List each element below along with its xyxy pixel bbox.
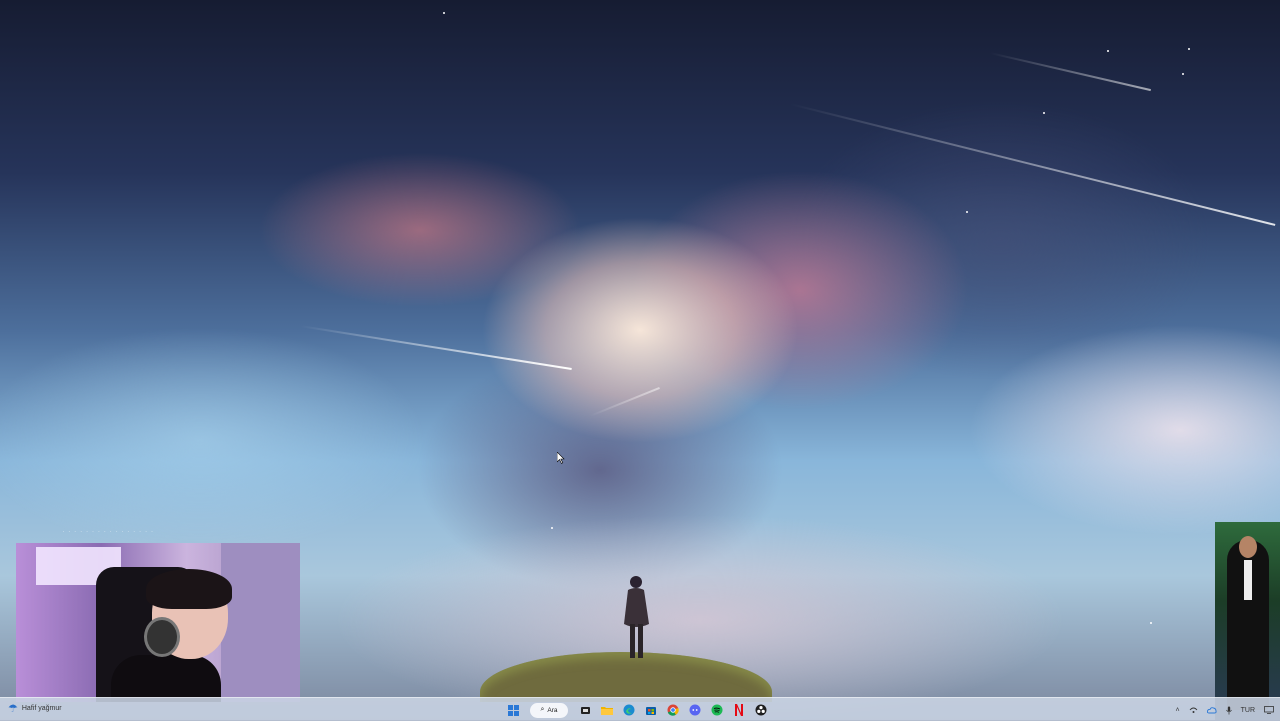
- tray-overflow-chevron-icon[interactable]: ˄: [1176, 707, 1180, 714]
- file-explorer-button[interactable]: [599, 702, 615, 718]
- discord-button[interactable]: [687, 702, 703, 718]
- network-icon[interactable]: [1189, 706, 1198, 714]
- star: [966, 211, 968, 213]
- start-button[interactable]: [505, 702, 521, 718]
- obs-icon: [755, 704, 767, 716]
- star: [1043, 112, 1045, 114]
- task-view-button[interactable]: [577, 702, 593, 718]
- meteor-streak: [989, 52, 1151, 92]
- spotify-button[interactable]: [709, 702, 725, 718]
- shirt: [1244, 560, 1252, 600]
- star: [1182, 73, 1184, 75]
- spotify-icon: [711, 704, 723, 716]
- search-icon: ⌕: [540, 706, 545, 713]
- meteor-streak: [299, 325, 572, 371]
- system-tray: ˄ TUR: [1176, 701, 1274, 719]
- monitor-icon[interactable]: [1264, 706, 1274, 714]
- star: [1188, 48, 1190, 50]
- streamer-body: [111, 655, 221, 702]
- cloud-rain-icon: ☂: [8, 703, 18, 715]
- meteor-streak: [589, 386, 660, 417]
- microphone-icon[interactable]: [1225, 706, 1232, 715]
- streamer-hair: [146, 569, 232, 609]
- standing-figure: [617, 574, 657, 669]
- store-button[interactable]: [643, 702, 659, 718]
- weather-label: Hafif yağmur: [21, 705, 62, 712]
- netflix-icon: [735, 704, 743, 716]
- search-button[interactable]: ⌕ Ara: [530, 702, 568, 718]
- person-face: [1239, 536, 1257, 558]
- taskbar: ☂ Hafif yağmur ⌕ Ara ˄ TUR: [0, 697, 1280, 721]
- meteor-streak: [789, 103, 1276, 226]
- star: [443, 12, 445, 14]
- edge-icon: [623, 704, 635, 716]
- second-camera-overlay: [1215, 522, 1280, 720]
- star: [551, 527, 553, 529]
- edge-button[interactable]: [621, 702, 637, 718]
- obs-button[interactable]: [753, 702, 769, 718]
- weather-widget[interactable]: ☂ Hafif yağmur: [8, 702, 62, 715]
- folder-icon: [601, 707, 613, 715]
- star: [1150, 622, 1152, 624]
- netflix-button[interactable]: [731, 702, 747, 718]
- search-label: Ara: [547, 706, 558, 714]
- cloud-sync-icon[interactable]: [1206, 706, 1217, 714]
- task-view-icon: [580, 706, 590, 714]
- mouse-cursor: [556, 451, 565, 469]
- room-wall: [221, 543, 300, 702]
- chrome-icon: [667, 704, 679, 716]
- windows-logo-icon: [507, 704, 519, 716]
- chrome-button[interactable]: [665, 702, 681, 718]
- language-indicator[interactable]: TUR: [1241, 707, 1255, 714]
- headphone-icon: [144, 617, 180, 657]
- store-icon: [646, 707, 656, 715]
- discord-icon: [689, 704, 701, 716]
- taskbar-pinned-apps: ⌕ Ara: [505, 701, 769, 719]
- overlay-text: · · · · · · · · · · · · · · · ·: [62, 526, 154, 536]
- star: [1107, 50, 1109, 52]
- webcam-overlay: [16, 543, 300, 702]
